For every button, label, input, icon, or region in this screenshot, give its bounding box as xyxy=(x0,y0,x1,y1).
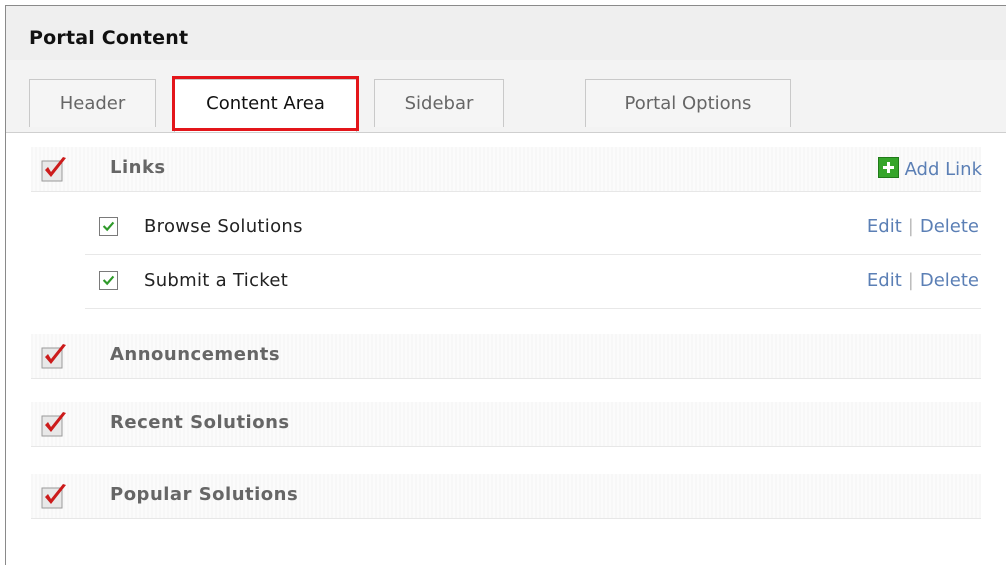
section-label-announcements: Announcements xyxy=(110,344,281,365)
tab-content-area[interactable]: Content Area xyxy=(174,79,357,132)
edit-link[interactable]: Edit xyxy=(867,216,902,237)
portal-content-panel: Portal Content Header Content Area Sideb… xyxy=(5,5,1006,565)
add-plus-icon xyxy=(877,157,899,178)
tab-header[interactable]: Header xyxy=(29,79,156,127)
section-label-popular-solutions: Popular Solutions xyxy=(110,484,299,505)
red-checkmark-icon[interactable] xyxy=(41,342,69,370)
add-link-label: Add Link xyxy=(904,159,982,180)
red-checkmark-icon[interactable] xyxy=(41,482,69,510)
panel-header: Portal Content xyxy=(6,6,1006,61)
separator: | xyxy=(907,270,914,291)
red-checkmark-icon[interactable] xyxy=(41,155,69,183)
section-recent-solutions: Recent Solutions xyxy=(31,402,981,447)
tab-strip: Header Content Area Sidebar Portal Optio… xyxy=(6,60,1006,133)
link-row: Browse Solutions Edit | Delete xyxy=(85,202,981,255)
section-label-links: Links xyxy=(110,157,166,178)
link-row: Submit a Ticket Edit | Delete xyxy=(85,256,981,309)
link-label: Browse Solutions xyxy=(144,216,303,237)
row-actions: Edit | Delete xyxy=(867,216,979,237)
red-checkmark-icon[interactable] xyxy=(41,410,69,438)
add-link-button[interactable]: Add Link xyxy=(877,157,982,180)
delete-link[interactable]: Delete xyxy=(920,270,979,291)
panel-title: Portal Content xyxy=(29,27,189,49)
section-links: Links Add Link xyxy=(31,147,982,192)
row-actions: Edit | Delete xyxy=(867,270,979,291)
tab-portal-options[interactable]: Portal Options xyxy=(585,79,791,127)
tab-sidebar[interactable]: Sidebar xyxy=(374,79,504,127)
link-label: Submit a Ticket xyxy=(144,270,289,291)
section-popular-solutions: Popular Solutions xyxy=(31,474,981,519)
section-announcements: Announcements xyxy=(31,334,981,379)
section-label-recent-solutions: Recent Solutions xyxy=(110,412,290,433)
delete-link[interactable]: Delete xyxy=(920,216,979,237)
separator: | xyxy=(907,216,914,237)
checkbox-checked-icon[interactable] xyxy=(99,217,118,236)
checkbox-checked-icon[interactable] xyxy=(99,271,118,290)
edit-link[interactable]: Edit xyxy=(867,270,902,291)
